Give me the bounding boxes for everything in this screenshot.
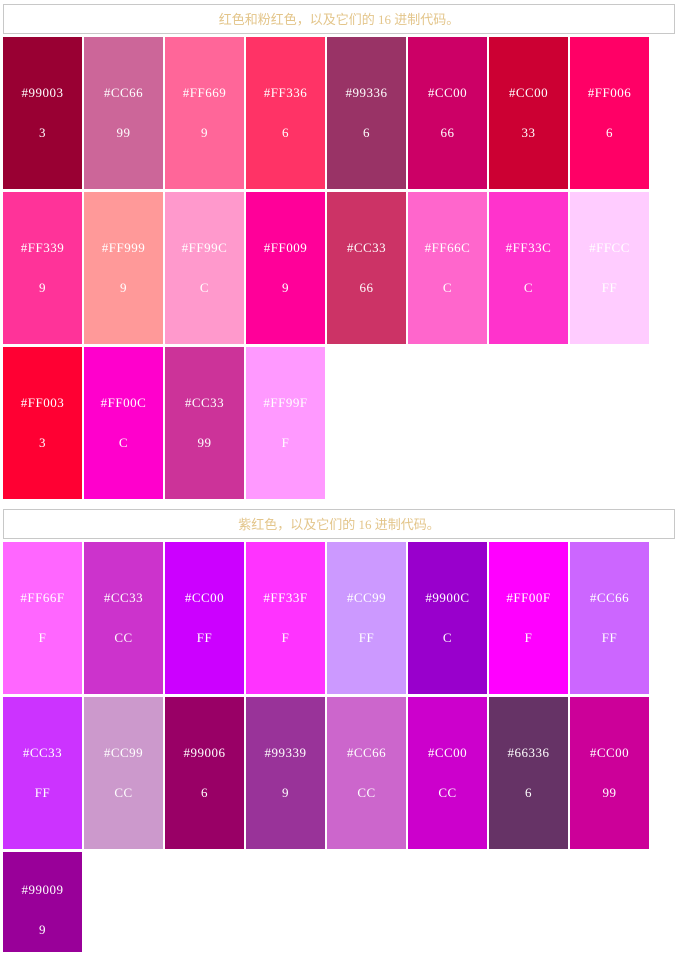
color-hex-label: #993366 (345, 85, 388, 140)
color-swatch[interactable]: #FF00CC (84, 347, 163, 499)
color-hex-label: #CC33FF (22, 745, 63, 800)
color-swatch[interactable]: #FF3399 (3, 192, 82, 344)
color-swatch[interactable]: #CC3399 (165, 347, 244, 499)
color-section-reds-and-pinks: 红色和粉红色，以及它们的 16 进制代码。 #990033 #CC6699 #FF66… (3, 4, 675, 499)
color-section-magentas-and-purples: 紫红色，以及它们的 16 进制代码。 #FF66FF #CC33CC #CC00FF #… (3, 509, 675, 952)
color-swatch[interactable]: #CC0033 (489, 37, 568, 189)
swatch-row: #990033 #CC6699 #FF6699 #FF3366 #993366 #CC00… (3, 37, 675, 189)
color-swatch[interactable]: #FF66FF (3, 542, 82, 694)
color-swatch[interactable]: #FF33FF (246, 542, 325, 694)
color-hex-label: #663366 (507, 745, 550, 800)
color-hex-label: #990066 (183, 745, 226, 800)
color-hex-label: #993399 (264, 745, 307, 800)
color-swatch[interactable]: #663366 (489, 697, 568, 849)
color-swatch[interactable]: #CC66CC (327, 697, 406, 849)
swatch-row: #CC33FF #CC99CC #990066 #993399 #CC66CC #CC00… (3, 697, 675, 849)
color-swatch[interactable]: #CC33FF (3, 697, 82, 849)
swatch-row: #FF3399 #FF9999 #FF99CC #FF0099 #CC3366 #FF66… (3, 192, 675, 344)
color-hex-label: #CC00CC (427, 745, 468, 800)
swatch-row: #FF0033 #FF00CC #CC3399 #FF99FF (3, 347, 675, 499)
color-hex-label: #CC0066 (427, 85, 468, 140)
color-hex-label: #FF00CC (100, 395, 147, 450)
color-swatch[interactable]: #990099 (3, 852, 82, 952)
swatch-row: #990099 (3, 852, 675, 952)
color-swatch[interactable]: #993399 (246, 697, 325, 849)
color-hex-label: #FF33FF (263, 590, 308, 645)
color-swatch[interactable]: #CC0099 (570, 697, 649, 849)
color-hex-label: #FF99CC (181, 240, 228, 295)
color-hex-label: #CC33CC (103, 590, 144, 645)
color-hex-label: #FF99FF (263, 395, 308, 450)
color-hex-label: #CC0099 (589, 745, 630, 800)
section-header-reds-and-pinks: 红色和粉红色，以及它们的 16 进制代码。 (3, 4, 675, 34)
color-hex-label: #FF9999 (101, 240, 146, 295)
color-swatch[interactable]: #9900CC (408, 542, 487, 694)
color-hex-label: #FF66FF (20, 590, 65, 645)
color-hex-label: #FF33CC (505, 240, 552, 295)
color-swatch[interactable]: #FF66CC (408, 192, 487, 344)
color-swatch[interactable]: #FF0033 (3, 347, 82, 499)
color-hex-label: #FF00FF (506, 590, 551, 645)
color-palette-page: 红色和粉红色，以及它们的 16 进制代码。 #990033 #CC6699 #FF66… (0, 0, 678, 952)
color-hex-label: #FF0033 (20, 395, 65, 450)
color-hex-label: #990099 (21, 882, 64, 937)
color-swatch[interactable]: #FF33CC (489, 192, 568, 344)
color-hex-label: #CC3399 (184, 395, 225, 450)
color-hex-label: #FF66CC (424, 240, 471, 295)
color-swatch[interactable]: #FF9999 (84, 192, 163, 344)
color-swatch[interactable]: #CC33CC (84, 542, 163, 694)
color-hex-label: #CC00FF (184, 590, 225, 645)
color-swatch[interactable]: #FF6699 (165, 37, 244, 189)
color-hex-label: #FF6699 (182, 85, 227, 140)
color-swatch[interactable]: #FF00FF (489, 542, 568, 694)
color-hex-label: #CC0033 (508, 85, 549, 140)
color-hex-label: #CC99FF (346, 590, 387, 645)
color-swatch[interactable]: #990033 (3, 37, 82, 189)
color-hex-label: #CC99CC (103, 745, 144, 800)
color-swatch[interactable]: #CC66FF (570, 542, 649, 694)
color-swatch[interactable]: #CC99CC (84, 697, 163, 849)
color-swatch[interactable]: #CC0066 (408, 37, 487, 189)
color-swatch[interactable]: #FF99CC (165, 192, 244, 344)
swatch-row: #FF66FF #CC33CC #CC00FF #FF33FF #CC99FF #9900… (3, 542, 675, 694)
color-hex-label: #FFCCFF (589, 240, 630, 295)
color-hex-label: #CC3366 (346, 240, 387, 295)
color-swatch[interactable]: #CC00CC (408, 697, 487, 849)
color-swatch[interactable]: #993366 (327, 37, 406, 189)
color-hex-label: #9900CC (425, 590, 470, 645)
color-swatch[interactable]: #990066 (165, 697, 244, 849)
color-swatch[interactable]: #CC6699 (84, 37, 163, 189)
section-header-magentas-and-purples: 紫红色，以及它们的 16 进制代码。 (3, 509, 675, 539)
color-hex-label: #FF0066 (587, 85, 632, 140)
color-swatch[interactable]: #CC99FF (327, 542, 406, 694)
color-swatch[interactable]: #CC3366 (327, 192, 406, 344)
color-swatch[interactable]: #FF99FF (246, 347, 325, 499)
color-hex-label: #FF3366 (263, 85, 308, 140)
color-swatch[interactable]: #CC00FF (165, 542, 244, 694)
color-swatch[interactable]: #FF0099 (246, 192, 325, 344)
color-hex-label: #FF3399 (20, 240, 65, 295)
color-hex-label: #CC6699 (103, 85, 144, 140)
color-swatch[interactable]: #FF0066 (570, 37, 649, 189)
color-hex-label: #CC66FF (589, 590, 630, 645)
color-hex-label: #CC66CC (346, 745, 387, 800)
color-hex-label: #990033 (21, 85, 64, 140)
color-hex-label: #FF0099 (263, 240, 308, 295)
color-swatch[interactable]: #FFCCFF (570, 192, 649, 344)
color-swatch[interactable]: #FF3366 (246, 37, 325, 189)
